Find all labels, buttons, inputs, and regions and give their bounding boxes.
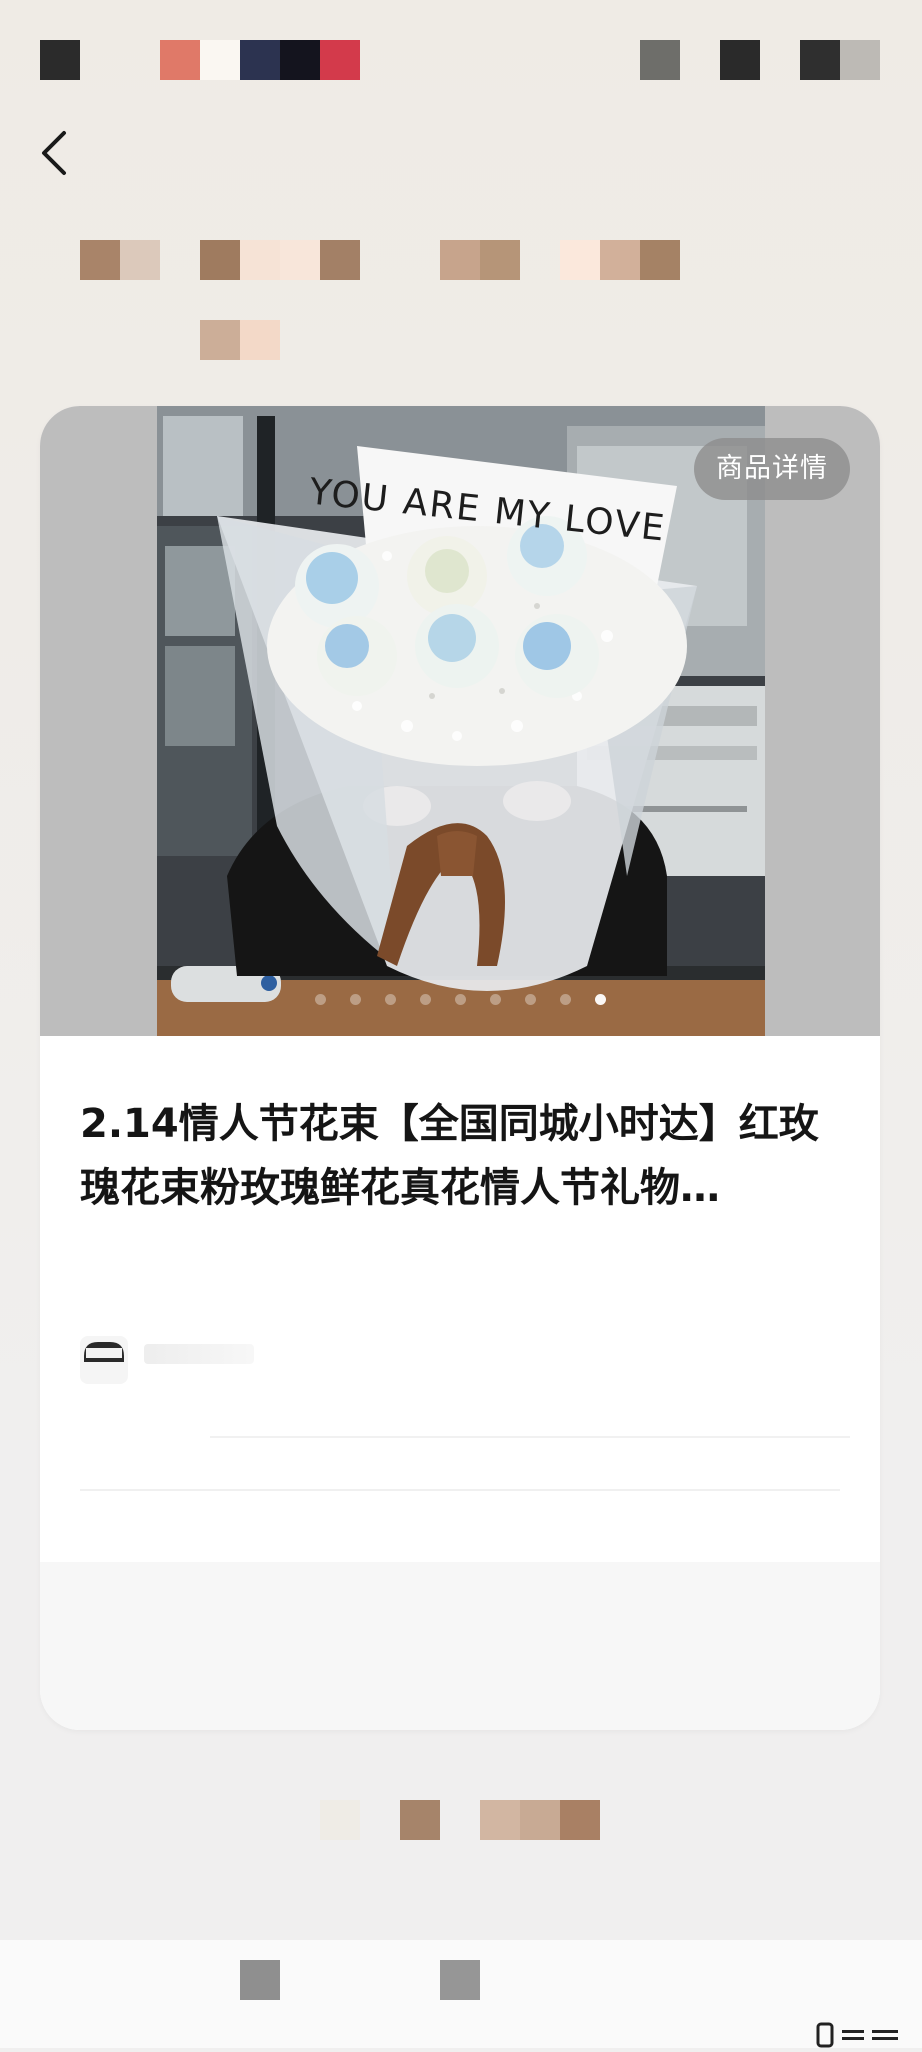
divider [210,1436,850,1438]
carousel-dot-active[interactable] [594,994,606,1005]
product-detail-button[interactable]: 商品详情 [694,438,850,500]
product-photo: YOU ARE MY LOVE [157,406,765,1036]
status-bar-wifi-icon [720,40,760,80]
back-button[interactable] [34,125,78,181]
status-bar-notification-icon [240,40,280,80]
footer-text-mosaic [320,1800,600,1840]
shop-name-obscured [144,1344,254,1364]
product-title[interactable]: 2.14情人节花束【全国同城小时达】红玫瑰花束粉玫瑰鲜花真花情人节礼物… [80,1092,840,1220]
chevron-left-icon [42,131,66,175]
card-footer-area [40,1562,880,1730]
carousel-dot[interactable] [349,994,361,1005]
shop-avatar[interactable] [80,1336,128,1384]
status-bar-time-icon [40,40,80,80]
carousel-dot[interactable] [524,994,536,1005]
bottom-bar-icon[interactable] [240,1960,280,2000]
carousel-dot[interactable] [559,994,571,1005]
carousel-dot[interactable] [384,994,396,1005]
carousel-dot[interactable] [454,994,466,1005]
header-subtitle-mosaic [200,320,280,360]
carousel-dot[interactable] [489,994,501,1005]
carousel-dot[interactable] [314,994,326,1005]
carousel-indicator [40,994,880,1005]
divider [80,1489,840,1491]
gesture-handle-icon[interactable] [812,2022,902,2048]
status-bar-notification-icon [280,40,320,80]
bottom-bar-icon[interactable] [440,1960,480,2000]
product-card[interactable]: YOU ARE MY LOVE 商品详情 2.14情人节花束【全国同城小时达】红… [40,406,880,1730]
status-bar-notification-icon [200,40,240,80]
status-bar-signal-icon [640,40,680,80]
bottom-action-bar [0,1940,922,2048]
product-image-carousel[interactable]: YOU ARE MY LOVE 商品详情 [40,406,880,1036]
status-bar-notification-icon [160,40,200,80]
carousel-dot[interactable] [419,994,431,1005]
header-title-mosaic [80,240,700,280]
status-bar-notification-icon [320,40,360,80]
status-bar-battery-icon [800,40,840,80]
status-bar-battery-icon [840,40,880,80]
